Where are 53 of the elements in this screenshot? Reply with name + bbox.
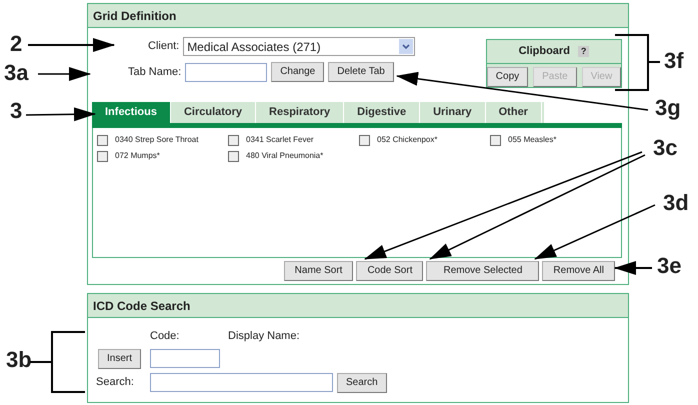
checkbox[interactable] xyxy=(228,134,239,146)
callout-label: 3a xyxy=(4,62,28,84)
callout-bracket xyxy=(29,331,86,393)
search-button[interactable]: Search xyxy=(337,372,387,392)
code-field[interactable] xyxy=(150,349,220,368)
callout-label: 2 xyxy=(10,33,22,55)
code-sort-button[interactable]: Code Sort xyxy=(356,261,424,281)
callout-label: 3f xyxy=(664,50,684,72)
item-label: 052 Chickenpox* xyxy=(377,134,438,146)
checkbox[interactable] xyxy=(490,134,501,146)
panel-title: Grid Definition xyxy=(93,8,176,24)
search-field[interactable] xyxy=(150,373,333,392)
callout-label: 3 xyxy=(10,100,22,122)
tab[interactable]: Digestive xyxy=(344,102,420,123)
tab[interactable]: Infectious xyxy=(92,102,171,123)
checkbox[interactable] xyxy=(97,134,108,146)
clipboard-title: Clipboard xyxy=(518,44,570,60)
name-sort-button[interactable]: Name Sort xyxy=(284,261,354,281)
insert-button[interactable]: Insert xyxy=(98,348,142,368)
item-label: 055 Measles* xyxy=(508,134,556,146)
tab[interactable]: Other xyxy=(486,102,542,123)
checkbox[interactable] xyxy=(97,150,108,162)
callout-label: 3c xyxy=(653,137,678,159)
checkbox[interactable] xyxy=(359,134,370,146)
callout-label: 3d xyxy=(663,192,689,214)
callout-label: 3b xyxy=(6,349,32,371)
copy-button[interactable]: Copy xyxy=(486,67,528,87)
delete-tab-button[interactable]: Delete Tab xyxy=(328,62,394,82)
change-button[interactable]: Change xyxy=(271,62,324,82)
panel-title: ICD Code Search xyxy=(93,298,190,314)
field-label: Display Name: xyxy=(228,329,301,344)
callout-arrow xyxy=(38,67,91,81)
checkbox[interactable] xyxy=(228,150,239,162)
tab[interactable]: Respiratory xyxy=(256,102,344,123)
remove-selected-button[interactable]: Remove Selected xyxy=(426,261,540,281)
remove-all-button[interactable]: Remove All xyxy=(542,261,615,281)
help-button[interactable]: ? xyxy=(578,46,590,57)
callout-label: 3g xyxy=(655,97,681,119)
callout-arrow xyxy=(26,107,96,122)
item-label: 0341 Scarlet Fever xyxy=(246,134,314,146)
field-label: Client: xyxy=(148,39,180,54)
item-label: 480 Viral Pneumonia* xyxy=(246,150,324,162)
field-label: Search: xyxy=(96,375,135,390)
client-dropdown[interactable]: Medical Associates (271) xyxy=(183,37,416,56)
field-label: Tab Name: xyxy=(128,64,182,80)
tab[interactable]: Circulatory xyxy=(170,102,256,123)
field-label: Code: xyxy=(150,329,180,344)
item-label: 0340 Strep Sore Throat xyxy=(115,134,198,146)
item-label: 072 Mumps* xyxy=(115,150,160,162)
tab[interactable]: Urinary xyxy=(420,102,486,123)
callout-label: 3e xyxy=(657,255,682,277)
tab-name-field[interactable] xyxy=(185,62,268,82)
callout-bracket xyxy=(614,34,661,91)
